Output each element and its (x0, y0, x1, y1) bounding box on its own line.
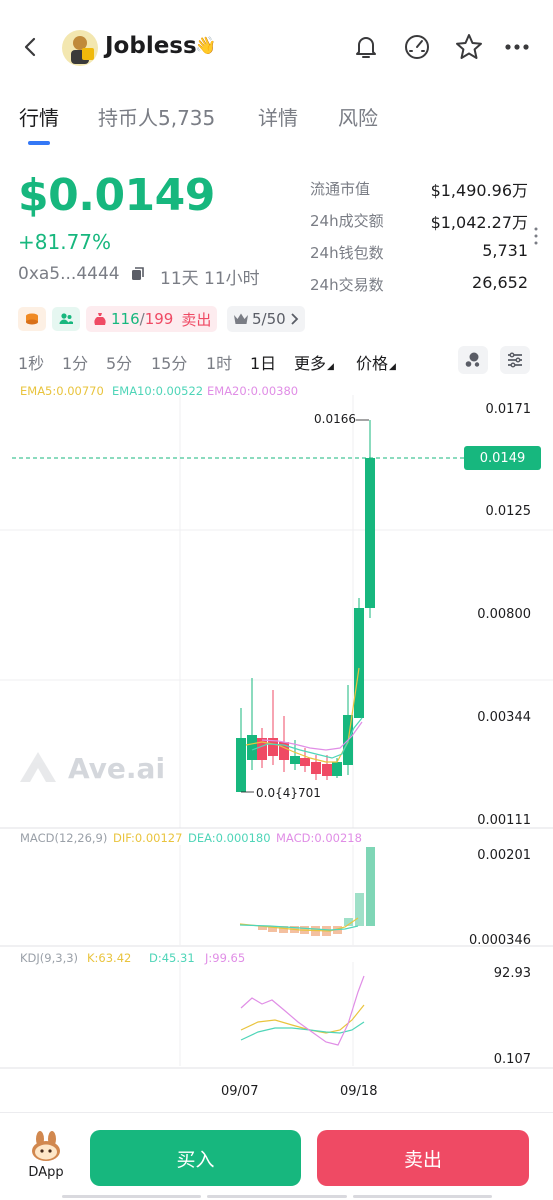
chevron-right-icon (291, 313, 298, 325)
more-button[interactable] (500, 30, 534, 64)
timeframe-1m[interactable]: 1分 (62, 350, 88, 374)
coins-icon (26, 313, 38, 325)
dapp-button[interactable]: DApp (20, 1130, 72, 1186)
more-timeframes-dropdown[interactable]: 更多◢ (294, 350, 334, 374)
holders-badge[interactable]: 116 / 199 卖出 (86, 306, 218, 332)
dropdown-triangle-icon: ◢ (327, 362, 334, 372)
stat-trades-label: 24h交易数 (310, 276, 384, 294)
holders-sell-label: 卖出 (181, 310, 212, 329)
price-mode-label: 价格 (356, 354, 389, 373)
ave-watermark-logo (20, 752, 56, 782)
bottom-divider (0, 1112, 553, 1113)
price-mode-dropdown[interactable]: 价格◢ (356, 350, 396, 374)
sliders-icon (508, 352, 522, 368)
price-axis-label: 0.00800 (477, 607, 531, 622)
low-price-annotation: 0.0{4}701 (256, 786, 321, 800)
token-name: Jobless (105, 33, 197, 59)
token-avatar (62, 30, 98, 66)
crown-icon (234, 313, 248, 324)
stat-market-cap-label: 流通市值 (310, 180, 371, 198)
gauge-button[interactable] (400, 30, 434, 64)
tab-risk[interactable]: 风险 (338, 102, 378, 131)
macd-histogram (258, 847, 375, 936)
stat-market-cap-value: $1,490.96万 (430, 181, 528, 200)
stat-volume-label: 24h成交额 (310, 212, 384, 230)
home-indicator (62, 1195, 492, 1198)
copy-address-button[interactable] (130, 266, 146, 282)
stat-wallets-label: 24h钱包数 (310, 244, 384, 262)
rank-badge[interactable]: 5/50 (227, 306, 305, 332)
current-price-tag: 0.0149 (464, 446, 541, 470)
buy-button[interactable]: 买入 (90, 1130, 301, 1186)
holders-total-count: 199 (144, 310, 174, 328)
stat-wallets-value: 5,731 (482, 241, 528, 260)
timeframe-15m[interactable]: 15分 (151, 350, 187, 374)
back-button[interactable] (14, 30, 48, 64)
holders-buy-count: 116 (111, 310, 140, 328)
star-icon (456, 34, 482, 59)
users-badge[interactable] (52, 307, 80, 331)
high-price-annotation: 0.0166 (314, 412, 356, 426)
tab-market[interactable]: 行情 (19, 102, 59, 131)
price-axis-label: 0.00111 (477, 813, 531, 828)
watermark-text: Ave.ai (68, 752, 166, 785)
current-price-tag-value: 0.0149 (479, 450, 526, 466)
dapp-label: DApp (28, 1165, 64, 1180)
kdj-j-line (240, 975, 365, 1046)
timeframe-1s[interactable]: 1秒 (18, 350, 44, 374)
timeframe-5m[interactable]: 5分 (106, 350, 132, 374)
coins-badge[interactable] (18, 307, 46, 331)
stat-trades-value: 26,652 (472, 273, 528, 292)
kdj-chart (0, 962, 553, 1069)
bell-button[interactable] (349, 30, 383, 64)
sell-button[interactable]: 卖出 (317, 1130, 529, 1186)
money-bag-icon (94, 313, 106, 325)
bubbles-icon (465, 352, 480, 367)
users-icon (59, 313, 73, 324)
more-label: 更多 (294, 354, 327, 373)
price-value: $0.0149 (18, 170, 215, 221)
tab-holders[interactable]: 持币人5,735 (98, 102, 215, 131)
favorite-button[interactable] (452, 30, 486, 64)
indicator-toggle-button[interactable] (458, 346, 488, 374)
dropdown-triangle-icon: ◢ (389, 362, 396, 372)
chart-settings-button[interactable] (500, 346, 530, 374)
pancake-bunny-icon (32, 1131, 60, 1161)
stats-more-icon[interactable] (533, 226, 539, 246)
wave-hand-icon: 👋 (195, 36, 217, 56)
x-axis-label: 09/07 (221, 1084, 259, 1099)
macd-chart (0, 845, 553, 947)
timeframe-1h[interactable]: 1时 (206, 350, 232, 374)
tab-details[interactable]: 详情 (258, 102, 298, 131)
price-axis-label: 0.0125 (485, 504, 532, 519)
price-axis-label: 0.00344 (477, 710, 531, 725)
timeframe-1d[interactable]: 1日 (250, 350, 276, 374)
candles (236, 420, 375, 792)
chevron-left-icon (24, 37, 36, 57)
stat-volume-value: $1,042.27万 (430, 213, 528, 232)
buy-button-label: 买入 (176, 1148, 215, 1171)
gauge-icon (405, 35, 429, 59)
more-icon (505, 44, 529, 50)
rank-value: 5/50 (252, 310, 286, 328)
contract-address: 0xa5...4444 (18, 264, 120, 284)
tab-active-indicator (28, 141, 50, 145)
bell-icon (356, 37, 376, 58)
token-age: 11天 11小时 (160, 269, 260, 289)
x-axis-label: 09/18 (340, 1084, 378, 1099)
price-axis-label: 0.0171 (485, 402, 532, 417)
copy-icon (132, 267, 144, 280)
price-change: +81.77% (18, 230, 112, 254)
sell-button-label: 卖出 (403, 1148, 442, 1171)
